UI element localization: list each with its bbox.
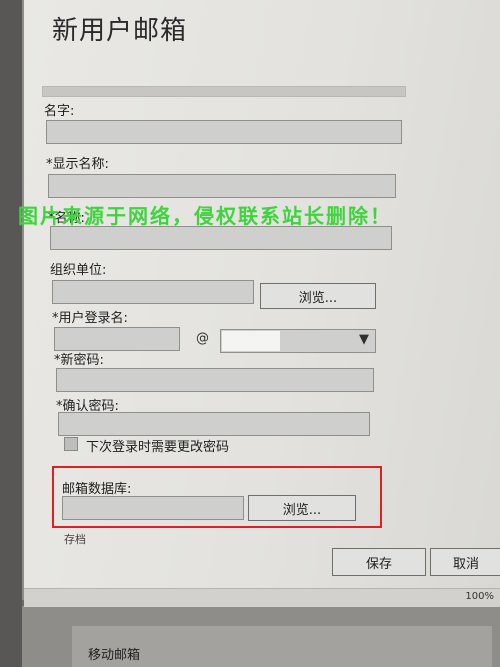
at-sign: @ [196,331,209,346]
save-button[interactable]: 保存 [332,548,426,576]
change-password-checkbox[interactable] [64,437,78,451]
status-bar: 100% [24,588,500,607]
logon-name-label: *用户登录名: [52,311,128,326]
new-user-mailbox-dialog: 新用户邮箱 名字: *显示名称: *名称: 组织单位: 浏览... *用户登录名… [22,0,500,607]
change-password-label: 下次登录时需要更改密码 [86,440,230,455]
zoom-level[interactable]: 100% [465,591,494,602]
watermark-text: 图片来源于网络，侵权联系站长删除！ [18,204,392,228]
mailbox-database-field[interactable] [62,496,244,520]
background-panel: 移动邮箱 [72,626,492,667]
new-password-field[interactable] [56,368,374,392]
confirm-password-field[interactable] [58,412,370,436]
org-unit-label: 组织单位: [50,263,107,278]
background-window: 移动邮箱 [22,606,500,667]
name-field[interactable] [46,120,402,144]
top-bar [42,86,406,97]
mailbox-database-label: 邮箱数据库: [62,482,132,497]
mailbox-database-browse-button[interactable]: 浏览... [248,495,356,521]
logon-name-field[interactable] [54,327,180,351]
mobile-mailbox-label[interactable]: 移动邮箱 [88,644,140,663]
display-name-field[interactable] [48,174,396,198]
dialog-title: 新用户邮箱 [52,16,188,46]
org-unit-field[interactable] [52,280,254,304]
org-unit-browse-button[interactable]: 浏览... [260,283,376,309]
chevron-down-icon[interactable]: ▼ [359,332,369,347]
cancel-button[interactable]: 取消 [430,548,500,576]
new-password-label: *新密码: [54,353,104,368]
domain-select-value [222,331,280,351]
archive-label[interactable]: 存档 [64,531,86,547]
display-name-label: *显示名称: [46,157,109,172]
alias-field[interactable] [50,226,392,250]
domain-select[interactable]: ▼ [220,329,376,353]
background-left-panel [0,0,22,667]
name-label: 名字: [44,104,75,119]
